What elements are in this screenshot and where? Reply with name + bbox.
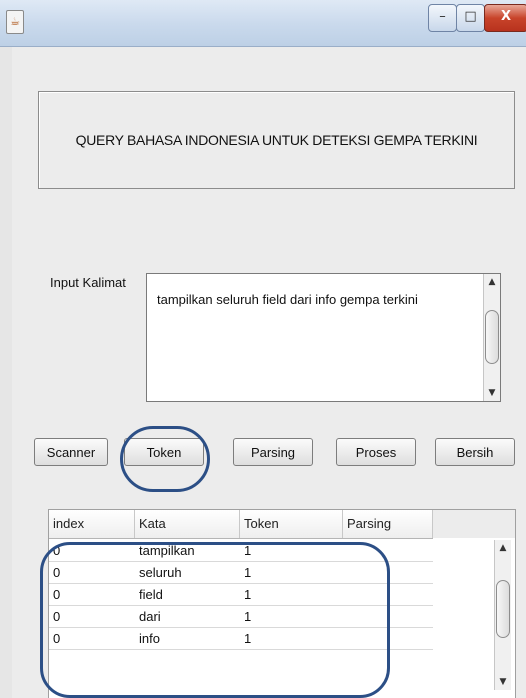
column-header-kata[interactable]: Kata [135,510,240,538]
input-text: tampilkan seluruh field dari info gempa … [157,292,418,307]
cell-token: 1 [244,565,252,580]
parsing-button[interactable]: Parsing [233,438,313,466]
title-bar[interactable]: ☕ – □ X [0,0,526,47]
table-header: index Kata Token Parsing [49,510,433,539]
scroll-down-icon[interactable]: ▼ [484,385,500,401]
column-header-index[interactable]: index [49,510,135,538]
token-table[interactable]: index Kata Token Parsing 0 tampilkan 1 0… [48,509,516,698]
header-panel: QUERY BAHASA INDONESIA UNTUK DETEKSI GEM… [38,91,515,189]
scanner-button[interactable]: Scanner [34,438,108,466]
scroll-thumb[interactable] [485,310,499,364]
application-window: ☕ – □ X QUERY BAHASA INDONESIA UNTUK DET… [0,0,526,698]
table-scrollbar[interactable]: ▲ ▼ [494,540,511,690]
input-scrollbar[interactable]: ▲ ▼ [483,274,500,401]
maximize-button[interactable]: □ [456,4,485,32]
table-row[interactable]: 0 info 1 [49,628,433,650]
scroll-up-icon[interactable]: ▲ [495,540,511,556]
proses-button[interactable]: Proses [336,438,416,466]
cell-index: 0 [53,609,61,624]
cell-parsing [343,606,347,627]
cell-index: 0 [53,587,61,602]
java-app-icon: ☕ [6,10,24,34]
cell-parsing [343,540,347,561]
column-header-parsing[interactable]: Parsing [343,510,433,538]
content-panel: QUERY BAHASA INDONESIA UNTUK DETEKSI GEM… [12,47,526,698]
cell-kata: field [139,587,163,602]
cell-token: 1 [244,543,252,558]
column-header-token[interactable]: Token [240,510,343,538]
table-row[interactable]: 0 seluruh 1 [49,562,433,584]
cell-token: 1 [244,609,252,624]
scroll-thumb[interactable] [496,580,510,638]
table-header-filler [433,510,515,538]
input-textarea[interactable]: tampilkan seluruh field dari info gempa … [146,273,501,402]
cell-token: 1 [244,631,252,646]
input-label: Input Kalimat [50,275,126,290]
cell-kata: tampilkan [139,543,195,558]
token-button[interactable]: Token [124,438,204,466]
cell-index: 0 [53,565,61,580]
cell-parsing [343,584,347,605]
table-row[interactable]: 0 field 1 [49,584,433,606]
minimize-button[interactable]: – [428,4,457,32]
cell-token: 1 [244,587,252,602]
table-row[interactable]: 0 tampilkan 1 [49,540,433,562]
bersih-button[interactable]: Bersih [435,438,515,466]
scroll-down-icon[interactable]: ▼ [495,674,511,690]
cell-index: 0 [53,631,61,646]
scroll-up-icon[interactable]: ▲ [484,274,500,290]
cell-parsing [343,562,347,583]
close-button[interactable]: X [484,4,526,32]
cell-kata: seluruh [139,565,182,580]
table-row[interactable]: 0 dari 1 [49,606,433,628]
page-title: QUERY BAHASA INDONESIA UNTUK DETEKSI GEM… [75,132,478,148]
cell-kata: dari [139,609,161,624]
cell-kata: info [139,631,160,646]
cell-parsing [343,628,347,649]
cell-index: 0 [53,543,61,558]
